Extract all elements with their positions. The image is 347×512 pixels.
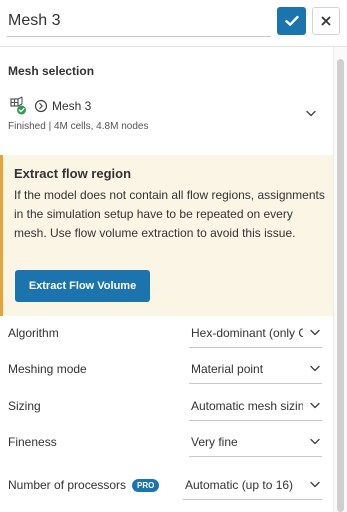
pro-badge: PRO — [132, 478, 160, 492]
property-label: Fineness — [8, 435, 57, 449]
header-bar — [0, 0, 347, 47]
close-icon — [321, 16, 331, 26]
property-row-fineness: Fineness Very fine — [0, 425, 333, 461]
select-value: Very fine — [191, 435, 238, 449]
notice-text: If the model does not contain all flow r… — [14, 188, 325, 240]
chevron-down-icon — [310, 402, 320, 409]
confirm-button[interactable] — [277, 7, 306, 35]
property-row-meshing-mode: Meshing mode Material point — [0, 352, 333, 388]
mesh-selection-title: Mesh selection — [8, 64, 95, 78]
mesh-status-text: Finished | 4M cells, 4.8M nodes — [8, 121, 149, 132]
property-row-algorithm: Algorithm Hex-dominant (only CFD) — [0, 316, 333, 352]
select-value: Automatic (up to 16) — [185, 478, 294, 492]
chevron-down-icon[interactable] — [306, 110, 316, 117]
meshing-mode-select[interactable]: Material point — [189, 356, 322, 384]
close-button[interactable] — [312, 7, 340, 35]
mesh-icon — [10, 96, 26, 115]
algorithm-select[interactable]: Hex-dominant (only CFD) — [189, 320, 322, 348]
chevron-down-icon — [310, 329, 320, 336]
scrollbar[interactable] — [333, 47, 347, 512]
chevron-down-icon — [310, 481, 320, 488]
extract-flow-volume-button[interactable]: Extract Flow Volume — [15, 270, 150, 302]
sizing-select[interactable]: Automatic mesh sizing — [189, 393, 322, 421]
check-icon — [284, 15, 299, 26]
fineness-select[interactable]: Very fine — [189, 429, 322, 457]
mesh-status-icon — [34, 99, 48, 113]
chevron-down-icon — [310, 365, 320, 372]
property-label: Number of processors — [8, 478, 127, 492]
property-row-number-of-processors: Number of processors PRO Automatic (up t… — [0, 468, 333, 504]
property-row-sizing: Sizing Automatic mesh sizing — [0, 389, 333, 425]
mesh-name-input[interactable] — [7, 5, 271, 37]
select-value: Automatic mesh sizing — [191, 399, 303, 413]
property-label: Meshing mode — [8, 362, 87, 376]
mesh-name: Mesh 3 — [52, 99, 92, 113]
notice-title: Extract flow region — [14, 166, 132, 181]
property-label: Algorithm — [8, 326, 59, 340]
select-value: Material point — [191, 362, 264, 376]
scrollbar-thumb[interactable] — [337, 59, 344, 512]
property-label-with-badge: Number of processors PRO — [8, 478, 160, 492]
chevron-down-icon — [310, 438, 320, 445]
select-value: Hex-dominant (only CFD) — [191, 326, 303, 340]
number-of-processors-select[interactable]: Automatic (up to 16) — [183, 472, 322, 500]
property-label: Sizing — [8, 399, 41, 413]
mesh-selector[interactable]: Mesh 3 — [8, 96, 91, 116]
extract-flow-region-notice: Extract flow region If the model does no… — [0, 155, 333, 316]
